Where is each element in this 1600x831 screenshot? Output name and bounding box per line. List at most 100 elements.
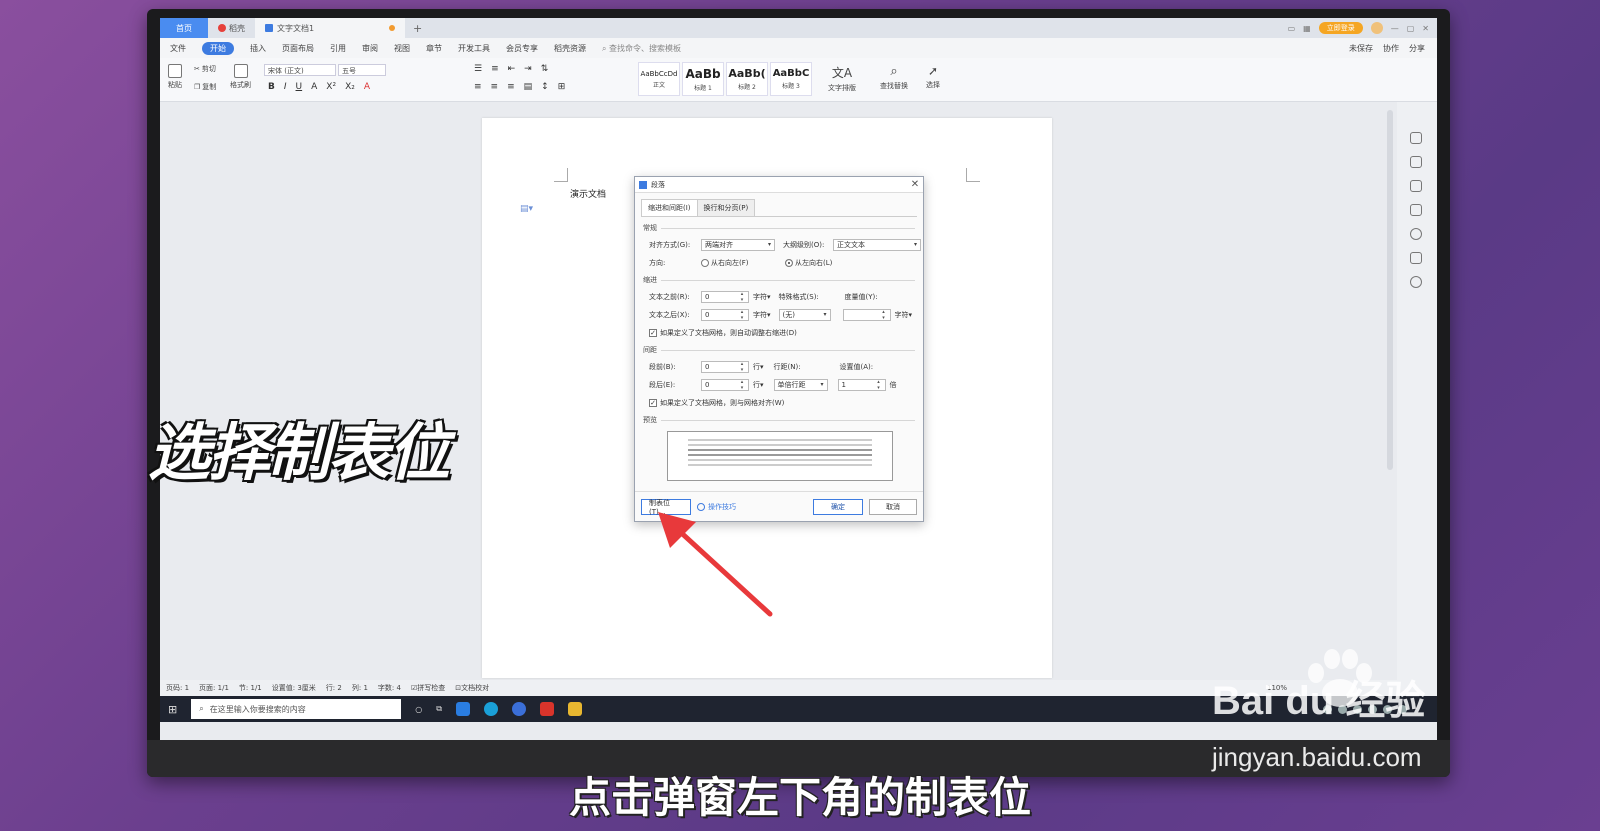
new-tab-button[interactable]: + [405, 22, 430, 35]
pointer-icon[interactable] [1410, 180, 1422, 192]
style-heading-3[interactable]: AaBbC 标题 3 [770, 62, 812, 96]
ok-button[interactable]: 确定 [813, 498, 863, 515]
space-before-input[interactable]: 0 [701, 360, 749, 373]
menu-developer[interactable]: 开发工具 [458, 43, 490, 54]
font-color-button[interactable]: A [364, 82, 370, 92]
menu-file[interactable]: 文件 [170, 43, 186, 54]
layout-icon[interactable]: ▭ [1288, 24, 1296, 33]
sort-icon[interactable]: ⇅ [541, 64, 549, 74]
before-text-unit[interactable]: 字符▾ [753, 292, 771, 302]
style-icon[interactable] [1410, 132, 1422, 144]
select-button[interactable]: ➚ 选择 [926, 64, 940, 90]
tab-line-page-breaks[interactable]: 换行和分页(P) [696, 199, 756, 216]
tab-indent-spacing[interactable]: 缩进和间距(I) [641, 199, 698, 216]
outdent-icon[interactable]: ⇤ [508, 64, 516, 74]
font-name-select[interactable]: 宋体 (正文) [264, 64, 336, 76]
indent-icon[interactable]: ⇥ [524, 64, 532, 74]
sogou-icon[interactable] [511, 702, 526, 716]
style-heading-2[interactable]: AaBb(标题 2 [726, 62, 768, 96]
cortana-icon[interactable]: ○ [415, 705, 422, 714]
subscript-button[interactable]: X₂ [345, 82, 355, 92]
space-after-input[interactable]: 0 [701, 378, 749, 391]
measure-input[interactable] [842, 308, 891, 321]
snap-grid-checkbox[interactable]: ✓ 如果定义了文档网格，则与网格对齐(W) [649, 398, 784, 408]
pen-icon[interactable] [1410, 156, 1422, 168]
help-icon[interactable] [1410, 228, 1422, 240]
collaborate-button[interactable]: 协作 [1383, 43, 1399, 54]
space-before-unit[interactable]: 行▾ [753, 362, 764, 372]
text-layout-button[interactable]: 文A 文字排版 [828, 64, 856, 93]
edge-icon[interactable] [483, 702, 498, 716]
align-center-icon[interactable]: ≡ [491, 82, 499, 92]
menu-layout[interactable]: 页面布局 [282, 43, 314, 54]
special-select[interactable]: (无) [778, 308, 831, 321]
vertical-scrollbar[interactable] [1387, 110, 1393, 470]
location-icon[interactable] [1410, 276, 1422, 288]
tab-document[interactable]: 文字文档1 [255, 18, 405, 38]
login-button[interactable]: 立即登录 [1318, 22, 1363, 34]
maximize-icon[interactable]: ▢ [1407, 24, 1415, 33]
menu-insert[interactable]: 插入 [250, 43, 266, 54]
after-text-unit[interactable]: 字符▾ [753, 310, 771, 320]
sliders-icon[interactable] [1410, 204, 1422, 216]
paragraph-icon[interactable]: ▤▾ [520, 204, 533, 214]
minimize-icon[interactable]: — [1391, 24, 1399, 33]
font-size-select[interactable]: 五号 [338, 64, 386, 76]
wps-icon[interactable] [539, 702, 554, 716]
after-text-input[interactable]: 0 [701, 308, 749, 321]
grid-icon[interactable]: ▦ [1303, 24, 1311, 33]
browser-icon[interactable] [455, 702, 470, 716]
document-text[interactable]: 演示文档 [570, 187, 606, 200]
dialog-close-icon[interactable]: ✕ [907, 179, 923, 190]
number-list-icon[interactable]: ≡ [491, 64, 499, 74]
unsaved-status[interactable]: 未保存 [1349, 43, 1373, 54]
tab-docer[interactable]: 稻壳 [208, 18, 255, 38]
align-select[interactable]: 两端对齐 [701, 238, 775, 251]
justify-icon[interactable]: ▤ [524, 82, 533, 92]
share-button[interactable]: 分享 [1409, 43, 1425, 54]
menu-chapter[interactable]: 章节 [426, 43, 442, 54]
before-text-input[interactable]: 0 [701, 290, 749, 303]
taskbar-search[interactable]: ⌕ 在这里输入你要搜索的内容 [191, 699, 402, 719]
bullet-list-icon[interactable]: ☰ [474, 64, 482, 74]
menu-member[interactable]: 会员专享 [506, 43, 538, 54]
menu-home[interactable]: 开始 [202, 41, 234, 55]
find-replace-button[interactable]: ⌕ 查找替换 [880, 64, 908, 91]
style-normal[interactable]: AaBbCcDd 正文 [638, 62, 680, 96]
avatar[interactable] [1370, 22, 1383, 34]
status-word-count[interactable]: 字数: 4 [378, 683, 401, 693]
line-spacing-select[interactable]: 单倍行距 [773, 378, 828, 391]
style-heading-1[interactable]: AaBb 标题 1 [682, 62, 724, 96]
proofread-button[interactable]: ⊡文档校对 [455, 683, 489, 693]
folder-icon[interactable] [567, 702, 582, 716]
command-search[interactable]: ⌕ 查找命令、搜索模板 [602, 43, 681, 54]
measure-unit[interactable]: 字符▾ [895, 310, 913, 320]
cancel-button[interactable]: 取消 [869, 498, 917, 515]
ltr-radio[interactable]: 从左向右(L) [785, 258, 832, 268]
space-after-unit[interactable]: 行▾ [753, 380, 764, 390]
bold-button[interactable]: B [268, 82, 275, 92]
menu-references[interactable]: 引用 [330, 43, 346, 54]
menu-review[interactable]: 审阅 [362, 43, 378, 54]
outline-select[interactable]: 正文文本 [833, 238, 921, 251]
windows-start-icon[interactable]: ⊞ [168, 703, 177, 716]
align-right-icon[interactable]: ≡ [507, 82, 515, 92]
strike-button[interactable]: A [311, 82, 317, 92]
menu-view[interactable]: 视图 [394, 43, 410, 54]
copy-button[interactable]: ❐ 复制 [194, 82, 216, 92]
menu-docer-resources[interactable]: 稻壳资源 [554, 43, 586, 54]
paste-button[interactable]: 粘贴 [168, 64, 182, 90]
align-left-icon[interactable]: ≡ [474, 82, 482, 92]
indent-grid-checkbox[interactable]: ✓ 如果定义了文档网格，则自动调整右缩进(D) [649, 328, 797, 338]
cut-button[interactable]: ✂ 剪切 [194, 64, 216, 74]
spell-check-button[interactable]: ☑拼写检查 [411, 683, 445, 693]
backup-icon[interactable] [1410, 252, 1422, 264]
italic-button[interactable]: I [284, 82, 287, 92]
superscript-button[interactable]: X² [326, 82, 336, 92]
underline-button[interactable]: U [296, 82, 303, 92]
rtl-radio[interactable]: 从右向左(F) [701, 258, 781, 268]
tab-home[interactable]: 首页 [160, 18, 208, 38]
set-value-input[interactable]: 1 [837, 378, 886, 391]
line-spacing-icon[interactable]: ↕ [541, 82, 549, 92]
close-icon[interactable]: ✕ [1422, 24, 1429, 33]
